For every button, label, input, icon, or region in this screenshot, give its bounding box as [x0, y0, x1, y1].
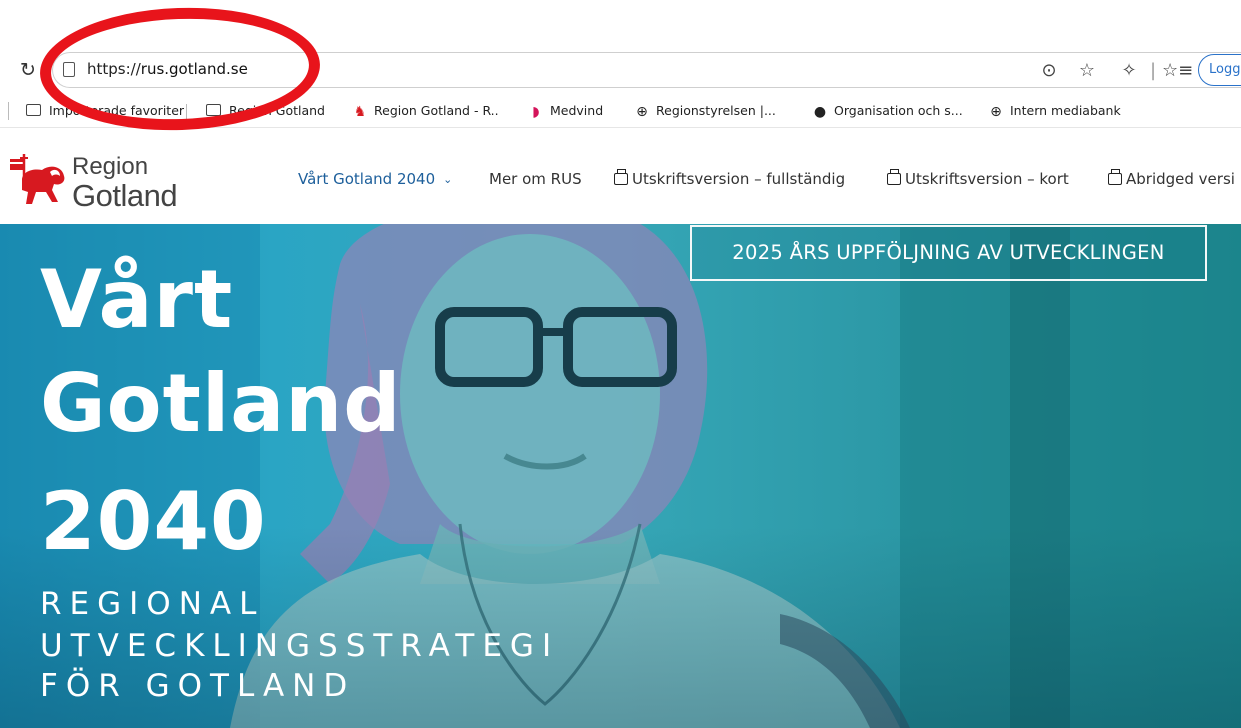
import-folder-icon [26, 104, 41, 116]
hero-subtitle-line-2: UTVECKLINGSSTRATEGI [40, 628, 560, 664]
favorites-bar: Importerade favoriter Region Gotland ♞ Re… [0, 94, 1241, 128]
favorite-region-gotland-r[interactable]: ♞ Region Gotland - R.. [352, 101, 499, 121]
reload-icon[interactable]: ↻ [16, 58, 40, 82]
nav-label: Mer om RUS [489, 170, 582, 188]
favorite-label: Intern mediabank [1010, 103, 1121, 118]
favorites-list-icon[interactable]: ☆≡ [1162, 57, 1193, 85]
favorite-label: Organisation och s... [834, 103, 963, 118]
nav-mer-om-rus[interactable]: Mer om RUS [489, 168, 582, 190]
favorite-regionstyrelsen[interactable]: ⊕ Regionstyrelsen |... [634, 101, 776, 121]
favorite-label: Importerade favoriter [49, 103, 185, 118]
address-bar[interactable]: https://rus.gotland.se [52, 52, 1241, 88]
favorite-organisation[interactable]: ● Organisation och s... [812, 101, 963, 121]
hero-title-line-1: Vårt [40, 253, 234, 346]
address-bar-row: ↻ https://rus.gotland.se ⊙ ☆ ✧ | ☆≡ Logg [0, 50, 1241, 92]
logo-text-region: Region [72, 153, 149, 180]
favorite-label: Medvind [550, 103, 604, 118]
url-host: rus.gotland.se [140, 60, 248, 78]
logo-text-gotland: Gotland [72, 178, 178, 213]
hero-banner: Vårt Gotland 2040 REGIONAL UTVECKLINGSST… [0, 224, 1241, 728]
page-info-icon[interactable] [63, 62, 75, 77]
favorite-medvind[interactable]: ◗ Medvind [528, 101, 603, 121]
region-gotland-icon: ♞ [353, 104, 367, 120]
org-icon: ● [813, 104, 827, 120]
favorite-label: Region Gotland - R.. [374, 103, 499, 118]
hero-title-line-3: 2040 [40, 475, 267, 568]
url-text[interactable]: https://rus.gotland.se [87, 60, 248, 78]
globe-icon: ⊕ [990, 104, 1002, 120]
favorite-importerade[interactable]: Importerade favoriter [26, 101, 184, 121]
nav-vart-gotland-2040[interactable]: Vårt Gotland 2040 ⌄ [298, 168, 452, 191]
ram-logo-icon [10, 154, 65, 204]
region-gotland-logo[interactable]: Region Gotland [6, 144, 186, 214]
printer-icon [1108, 169, 1122, 185]
globe-icon: ⊕ [636, 104, 648, 120]
nav-utskrift-kort[interactable]: Utskriftsversion – kort [887, 168, 1069, 190]
hero-title-line-2: Gotland [40, 357, 402, 450]
more-options-icon[interactable]: ⊙ [1036, 57, 1062, 85]
nav-label: Abridged versi [1126, 170, 1235, 188]
hero-subtitle-line-1: REGIONAL [40, 586, 265, 622]
screenshot: ↻ https://rus.gotland.se ⊙ ☆ ✧ | ☆≡ Logg… [0, 0, 1241, 728]
favorites-separator [8, 102, 9, 120]
nav-utskrift-fullstandig[interactable]: Utskriftsversion – fullständig [614, 168, 845, 190]
favorite-intern-mediabank[interactable]: ⊕ Intern mediabank [988, 101, 1121, 121]
puzzle-icon[interactable]: ✧ [1116, 57, 1142, 85]
login-button[interactable]: Logg [1198, 54, 1241, 86]
folder-icon [206, 104, 221, 116]
printer-icon [614, 169, 628, 185]
star-icon[interactable]: ☆ [1074, 57, 1100, 85]
toolbar-divider: | [1149, 60, 1157, 81]
favorites-divider [186, 104, 187, 120]
printer-icon [887, 169, 901, 185]
favorite-label: Region Gotland [229, 103, 325, 118]
nav-label: Utskriftsversion – kort [905, 170, 1069, 188]
hero-subtitle-line-3: FÖR GOTLAND [40, 668, 356, 704]
nav-label: Utskriftsversion – fullständig [632, 170, 846, 188]
nav-label: Vårt Gotland 2040 [298, 170, 436, 188]
url-scheme: https:// [87, 60, 141, 78]
nav-abridged-version[interactable]: Abridged versi [1108, 168, 1235, 190]
chevron-down-icon: ⌄ [443, 173, 453, 186]
follow-up-2025-button[interactable]: 2025 ÅRS UPPFÖLJNING AV UTVECKLINGEN [690, 225, 1207, 281]
favorite-region-gotland-folder[interactable]: Region Gotland [206, 101, 325, 121]
medvind-icon: ◗ [532, 104, 540, 120]
favorite-label: Regionstyrelsen |... [656, 103, 776, 118]
site-header: Region Gotland Vårt Gotland 2040 ⌄ Mer om… [0, 132, 1241, 226]
